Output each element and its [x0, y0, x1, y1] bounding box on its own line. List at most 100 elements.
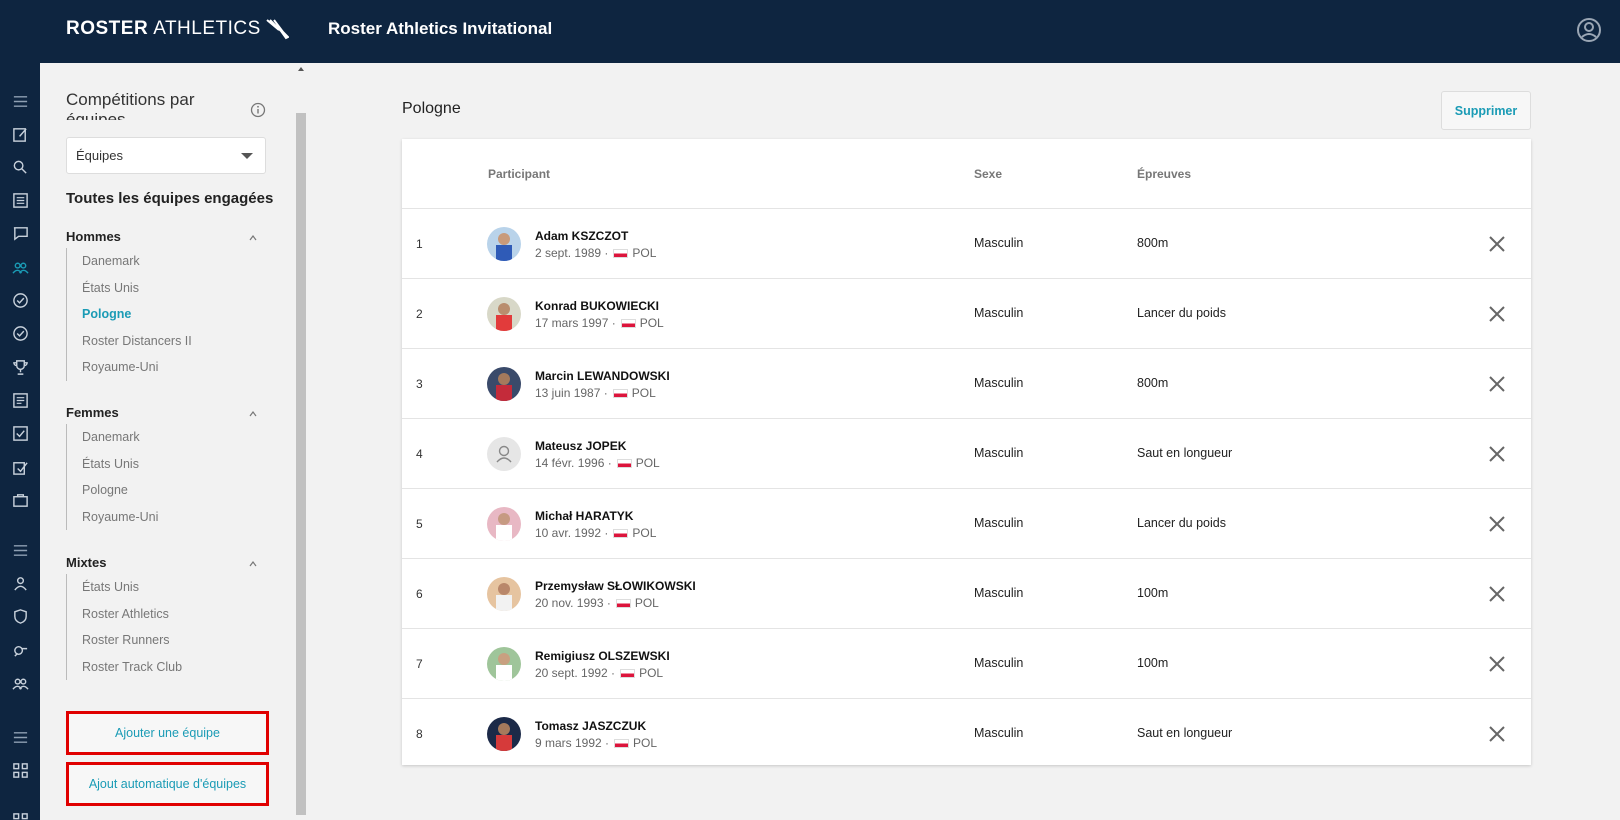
team-item-femmes-danemark[interactable]: Danemark [67, 424, 158, 451]
participant-meta: 2 sept. 1989 · POL [535, 246, 656, 260]
participant-meta: 17 mars 1997 · POL [535, 316, 664, 330]
default-avatar-person-icon[interactable] [487, 437, 521, 471]
participant-name[interactable]: Marcin LEWANDOWSKI [535, 369, 670, 383]
trophy-icon[interactable] [5, 355, 35, 379]
group-hommes[interactable]: Hommes [66, 229, 121, 244]
auto-add-teams-button[interactable]: Ajout automatique d'équipes [66, 762, 269, 806]
all-teams-heading[interactable]: Toutes les équipes engagées [66, 190, 273, 207]
table-row[interactable]: 7 Remigiusz OLSZEWSKI 20 sept. 1992 · POL Ma… [402, 629, 1531, 699]
check-circle-outline-icon[interactable] [5, 321, 35, 345]
add-team-button[interactable]: Ajouter une équipe [66, 711, 269, 755]
participant-name[interactable]: Przemysław SŁOWIKOWSKI [535, 579, 696, 593]
team-item-femmes-royaume-uni[interactable]: Royaume-Uni [67, 504, 158, 531]
chevron-up-icon[interactable] [249, 560, 257, 568]
remove-participant-close-icon[interactable] [1487, 584, 1507, 604]
team-item-hommes-royaume-uni[interactable]: Royaume-Uni [67, 354, 192, 381]
participant-name[interactable]: Tomasz JASZCZUK [535, 719, 646, 733]
remove-participant-close-icon[interactable] [1487, 444, 1507, 464]
remove-participant-close-icon[interactable] [1487, 374, 1507, 394]
table-row[interactable]: 8 Tomasz JASZCZUK 9 mars 1992 · POL Masculin… [402, 699, 1531, 769]
briefcase-icon[interactable] [5, 488, 35, 512]
group-femmes[interactable]: Femmes [66, 405, 119, 420]
remove-participant-close-icon[interactable] [1487, 514, 1507, 534]
remove-participant-close-icon[interactable] [1487, 304, 1507, 324]
team-type-select[interactable]: Équipes [66, 137, 266, 174]
team-item-mixtes-roster-track-club[interactable]: Roster Track Club [67, 654, 182, 681]
menu-icon-2[interactable] [5, 538, 35, 562]
row-number: 8 [416, 727, 423, 741]
participant-name[interactable]: Mateusz JOPEK [535, 439, 626, 453]
team-item-mixtes-roster-runners[interactable]: Roster Runners [67, 627, 182, 654]
participant-avatar[interactable] [487, 717, 521, 751]
participant-avatar[interactable] [487, 507, 521, 541]
whistle-icon[interactable] [5, 638, 35, 662]
remove-participant-close-icon[interactable] [1487, 234, 1507, 254]
remove-participant-close-icon[interactable] [1487, 654, 1507, 674]
search-icon[interactable] [5, 155, 35, 179]
team-item-femmes-pologne[interactable]: Pologne [67, 477, 158, 504]
row-number: 1 [416, 237, 423, 251]
participant-meta: 20 sept. 1992 · POL [535, 666, 663, 680]
person-icon[interactable] [5, 571, 35, 595]
participant-name[interactable]: Konrad BUKOWIECKI [535, 299, 659, 313]
scroll-up-arrow-icon[interactable] [298, 67, 304, 71]
nav-rail [0, 63, 40, 820]
table-row[interactable]: 6 Przemysław SŁOWIKOWSKI 20 nov. 1993 · POL… [402, 559, 1531, 629]
remove-participant-close-icon[interactable] [1487, 724, 1507, 744]
check-circle-icon[interactable] [5, 288, 35, 312]
team-item-femmes-etats-unis[interactable]: États Unis [67, 451, 158, 478]
delete-team-button[interactable]: Supprimer [1441, 91, 1531, 130]
teams-icon[interactable] [5, 255, 35, 279]
grid-icon[interactable] [5, 758, 35, 782]
caret-down-icon [241, 153, 253, 159]
brand-logo[interactable]: ROSTER ATHLETICS [66, 18, 289, 40]
participant-name[interactable]: Adam KSZCZOT [535, 229, 628, 243]
group-icon[interactable] [5, 671, 35, 695]
checkbox-icon[interactable] [5, 421, 35, 445]
chat-icon[interactable] [5, 221, 35, 245]
grid-icon-2[interactable] [5, 808, 35, 820]
approve-icon[interactable] [5, 455, 35, 479]
account-icon[interactable] [1576, 17, 1602, 43]
table-row[interactable]: 3 Marcin LEWANDOWSKI 13 juin 1987 · POL Masc… [402, 349, 1531, 419]
table-row[interactable]: 2 Konrad BUKOWIECKI 17 mars 1997 · POL Mascu… [402, 279, 1531, 349]
participant-name[interactable]: Remigiusz OLSZEWSKI [535, 649, 670, 663]
shield-icon[interactable] [5, 604, 35, 628]
participant-meta: 9 mars 1992 · POL [535, 736, 657, 750]
team-item-hommes-etats-unis[interactable]: États Unis [67, 275, 192, 302]
poland-flag-icon [620, 318, 636, 328]
participant-event: Lancer du poids [1137, 516, 1226, 530]
participant-avatar[interactable] [487, 577, 521, 611]
participant-avatar[interactable] [487, 647, 521, 681]
participant-avatar[interactable] [487, 297, 521, 331]
team-title: Pologne [402, 100, 461, 117]
table-row[interactable]: 4 Mateusz JOPEK 14 févr. 1996 · POL Masculin… [402, 419, 1531, 489]
chevron-up-icon[interactable] [249, 234, 257, 242]
participant-event: 100m [1137, 656, 1169, 670]
team-item-hommes-roster-distancers[interactable]: Roster Distancers II [67, 328, 192, 355]
participant-sex: Masculin [974, 726, 1024, 740]
panel-scrollbar[interactable] [296, 63, 306, 820]
participant-avatar[interactable] [487, 227, 521, 261]
scrollbar-thumb[interactable] [296, 113, 306, 815]
list-icon[interactable] [5, 188, 35, 212]
menu-icon[interactable] [5, 89, 35, 113]
menu-icon-3[interactable] [5, 725, 35, 749]
info-icon[interactable] [250, 102, 266, 118]
edit-icon[interactable] [5, 122, 35, 146]
team-item-mixtes-etats-unis[interactable]: États Unis [67, 574, 182, 601]
document-icon[interactable] [5, 388, 35, 412]
participant-sex: Masculin [974, 656, 1024, 670]
team-item-hommes-pologne[interactable]: Pologne [67, 301, 192, 328]
team-item-hommes-danemark[interactable]: Danemark [67, 248, 192, 275]
participant-country: POL [632, 526, 657, 540]
chevron-up-icon[interactable] [249, 410, 257, 418]
table-row[interactable]: 5 Michał HARATYK 10 avr. 1992 · POL Masculin… [402, 489, 1531, 559]
column-participant: Participant [488, 167, 551, 181]
participant-name[interactable]: Michał HARATYK [535, 509, 633, 523]
group-mixtes[interactable]: Mixtes [66, 555, 106, 570]
participant-meta: 13 juin 1987 · POL [535, 386, 656, 400]
participant-avatar[interactable] [487, 367, 521, 401]
table-row[interactable]: 1 Adam KSZCZOT 2 sept. 1989 · POL Masculin 80… [402, 209, 1531, 279]
team-item-mixtes-roster-athletics[interactable]: Roster Athletics [67, 601, 182, 628]
